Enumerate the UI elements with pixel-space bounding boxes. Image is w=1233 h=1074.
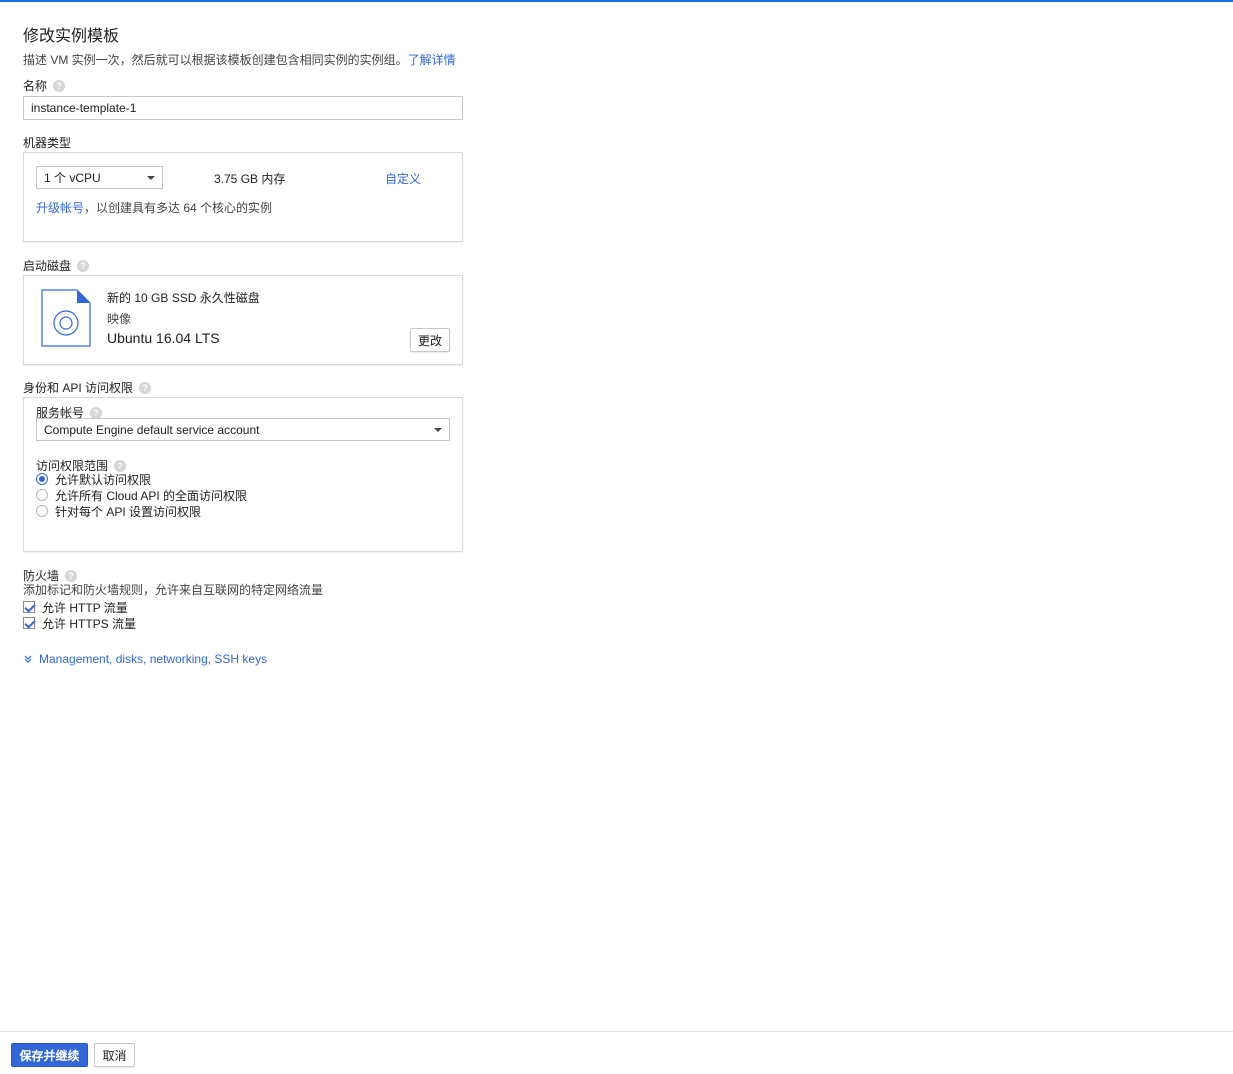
https-label: 允许 HTTPS 流量 [42, 616, 137, 631]
description-text: 描述 VM 实例一次，然后就可以根据该模板创建包含相同实例的实例组。 [23, 53, 408, 67]
cpu-select-value: 1 个 vCPU [44, 171, 101, 185]
https-checkbox[interactable] [23, 617, 35, 629]
firewall-description: 添加标记和防火墙规则，允许来自互联网的特定网络流量 [23, 583, 324, 597]
chevron-down-icon [434, 427, 442, 432]
name-label-text: 名称 [23, 79, 48, 93]
help-icon[interactable]: ? [53, 79, 66, 92]
help-icon[interactable]: ? [90, 406, 103, 419]
allow-http-option[interactable]: 允许 HTTP 流量 [23, 599, 128, 615]
http-checkbox[interactable] [23, 601, 35, 613]
help-icon[interactable]: ? [65, 569, 78, 582]
disk-icon [41, 289, 91, 347]
radio-button-selected[interactable] [36, 473, 48, 485]
page-title: 修改实例模板 [23, 28, 120, 45]
scope-option-label: 允许默认访问权限 [55, 472, 152, 487]
allow-https-option[interactable]: 允许 HTTPS 流量 [23, 615, 136, 631]
scope-option-label: 允许所有 Cloud API 的全面访问权限 [55, 488, 248, 503]
scope-option-label: 针对每个 API 设置访问权限 [55, 504, 202, 519]
change-disk-button[interactable]: 更改 [410, 328, 450, 352]
service-account-select[interactable]: Compute Engine default service account [36, 418, 450, 441]
scope-options: 允许默认访问权限 允许所有 Cloud API 的全面访问权限 针对每个 API… [36, 471, 247, 519]
service-account-value: Compute Engine default service account [44, 422, 260, 437]
image-label: 映像 [107, 312, 132, 326]
machine-type-label: 机器类型 [23, 136, 72, 150]
scope-option-full[interactable]: 允许所有 Cloud API 的全面访问权限 [36, 487, 247, 503]
double-chevron-down-icon [24, 655, 32, 663]
boot-disk-label: 启动磁盘 ? [23, 257, 90, 274]
scope-option-default[interactable]: 允许默认访问权限 [36, 471, 247, 487]
upgrade-account-link[interactable]: 升级帐号 [36, 201, 84, 215]
memory-value: 3.75 GB 内存 [214, 172, 286, 186]
machine-type-box: 1 个 vCPU 3.75 GB 内存 自定义 升级帐号，以创建具有多达 64 … [23, 152, 463, 242]
name-label: 名称 ? [23, 77, 66, 94]
footer-divider [0, 1031, 1233, 1032]
chevron-down-icon [147, 175, 155, 180]
page-description: 描述 VM 实例一次，然后就可以根据该模板创建包含相同实例的实例组。了解详情 [23, 51, 456, 68]
learn-more-link[interactable]: 了解详情 [408, 53, 456, 67]
scope-option-per-api[interactable]: 针对每个 API 设置访问权限 [36, 503, 247, 519]
boot-disk-box: 新的 10 GB SSD 永久性磁盘 映像 Ubuntu 16.04 LTS 更… [23, 275, 463, 365]
identity-label: 身份和 API 访问权限 ? [23, 379, 152, 396]
upgrade-note: 升级帐号，以创建具有多达 64 个核心的实例 [36, 199, 272, 216]
cpu-select[interactable]: 1 个 vCPU [36, 166, 163, 189]
help-icon[interactable]: ? [139, 381, 152, 394]
upgrade-text: ，以创建具有多达 64 个核心的实例 [84, 201, 273, 215]
identity-label-text: 身份和 API 访问权限 [23, 381, 134, 395]
customize-link[interactable]: 自定义 [385, 170, 421, 187]
help-icon[interactable]: ? [77, 259, 90, 272]
advanced-options-toggle[interactable]: Management, disks, networking, SSH keys [23, 652, 267, 666]
identity-box: 服务帐号 ? Compute Engine default service ac… [23, 397, 463, 552]
top-progress-bar [0, 0, 1233, 2]
disk-description: 新的 10 GB SSD 永久性磁盘 [107, 291, 260, 305]
cancel-button[interactable]: 取消 [94, 1043, 135, 1067]
image-name: Ubuntu 16.04 LTS [107, 330, 220, 346]
http-label: 允许 HTTP 流量 [42, 600, 128, 615]
advanced-options-label: Management, disks, networking, SSH keys [39, 652, 268, 666]
radio-button[interactable] [36, 489, 48, 501]
name-input[interactable] [23, 96, 463, 120]
save-continue-button[interactable]: 保存并继续 [11, 1043, 88, 1067]
boot-disk-label-text: 启动磁盘 [23, 259, 72, 273]
radio-button[interactable] [36, 505, 48, 517]
